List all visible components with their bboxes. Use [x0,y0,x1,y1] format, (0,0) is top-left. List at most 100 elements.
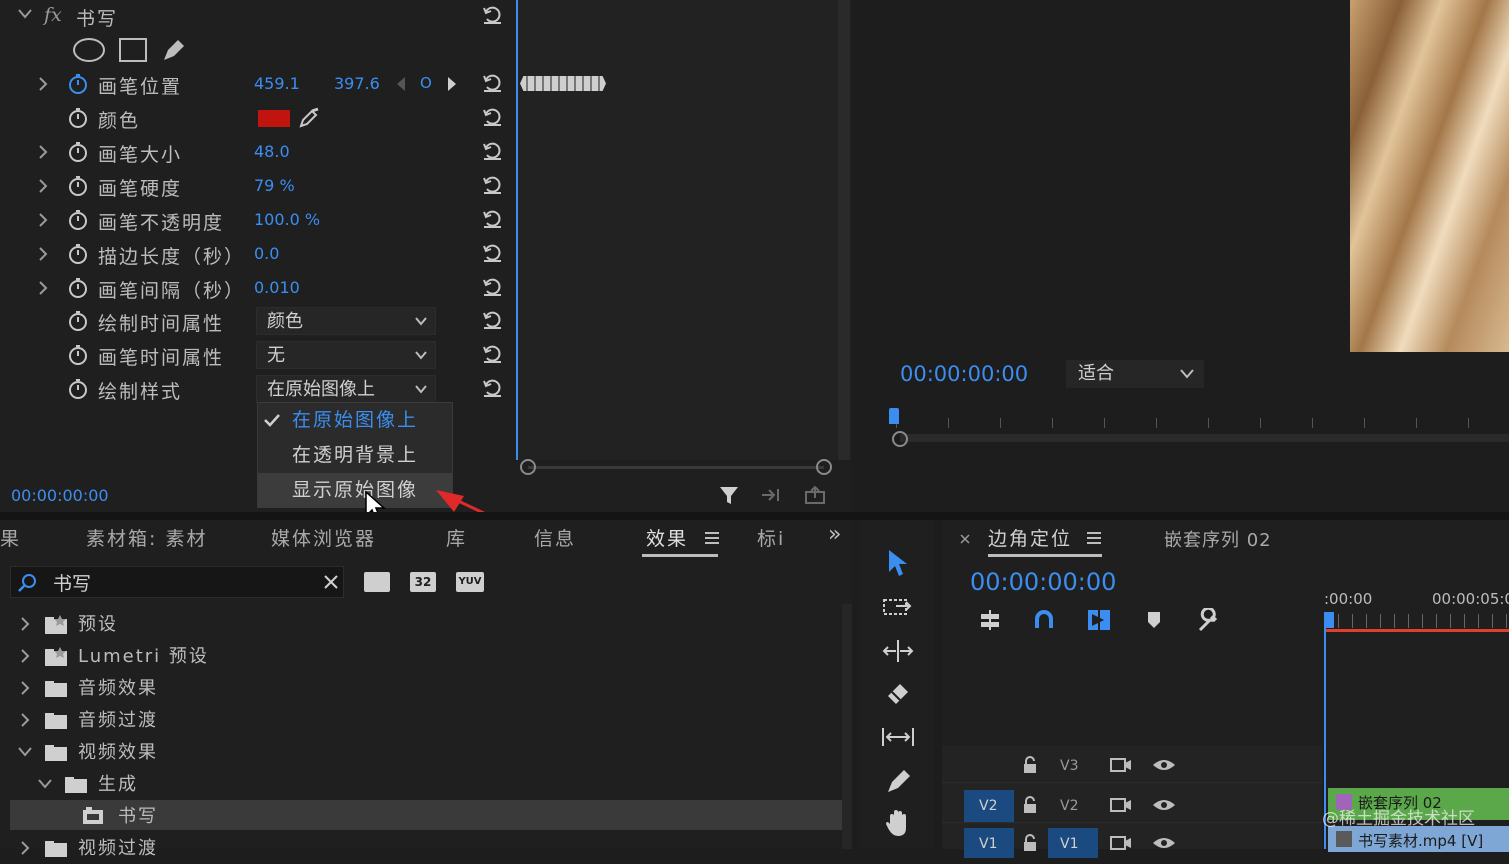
add-keyframe-button[interactable]: O [420,74,432,92]
expand-chevron-icon[interactable] [20,841,30,855]
stopwatch-icon[interactable] [67,378,89,400]
monitor-scroll-track[interactable] [900,434,1509,442]
reset-icon[interactable] [481,139,503,161]
stopwatch-icon[interactable] [67,310,89,332]
search-input[interactable]: 书写 [53,569,91,596]
tree-item-label[interactable]: 预设 [78,610,118,640]
tree-item-label[interactable]: 音频过渡 [78,706,158,736]
effect-controls-timecode[interactable]: 00:00:00:00 [11,486,109,505]
next-keyframe-icon[interactable] [447,76,457,92]
expand-chevron-icon[interactable] [20,713,30,727]
property-dropdown[interactable]: 无 [256,341,436,369]
expand-chevron-icon[interactable] [38,77,48,91]
reset-icon[interactable] [481,3,503,25]
stopwatch-icon[interactable] [67,107,89,129]
expand-chevron-icon[interactable] [38,179,48,193]
stopwatch-icon[interactable] [67,209,89,231]
scroll-handle-right[interactable] [816,459,832,475]
ripple-edit-tool-icon[interactable] [882,638,914,664]
slip-tool-icon[interactable] [880,726,916,748]
panel-tab[interactable]: 信息 [534,524,576,551]
pen-mask-icon[interactable] [160,36,188,62]
panel-tab[interactable]: 媒体浏览器 [271,524,376,551]
reset-icon[interactable] [481,342,503,364]
collapse-chevron-icon[interactable] [18,747,32,757]
reset-icon[interactable] [481,105,503,127]
eye-icon[interactable] [1152,798,1176,812]
eyedropper-icon[interactable] [298,107,320,129]
track-name[interactable]: V3 [1060,758,1078,774]
clip-video-file[interactable]: 书写素材.mp4 [V] [1328,826,1509,852]
panel-overflow-button[interactable]: » [828,522,841,547]
lock-icon[interactable] [1022,834,1038,852]
panel-tab[interactable]: 效果 [646,524,688,551]
menu-item-on-transparent[interactable]: 在透明背景上 [258,438,452,472]
reset-icon[interactable] [481,308,503,330]
reset-icon[interactable] [481,275,503,297]
menu-item-reveal-original[interactable]: 显示原始图像 [258,473,452,507]
tab-nested-sequence[interactable]: 嵌套序列 02 [1164,526,1272,552]
lock-icon[interactable] [1022,756,1038,774]
clear-search-icon[interactable] [324,575,338,589]
prev-keyframe-icon[interactable] [396,76,406,92]
expand-chevron-icon[interactable] [38,247,48,261]
search-box[interactable]: 书写 [10,566,344,598]
fx-badge[interactable]: fx [44,4,62,26]
hand-tool-icon[interactable] [884,808,912,838]
timeline-playhead-marker[interactable] [1324,612,1334,628]
expand-chevron-icon[interactable] [38,145,48,159]
panel-menu-icon[interactable] [1086,531,1102,545]
expand-chevron-icon[interactable] [38,213,48,227]
tree-item-label[interactable]: 生成 [98,770,138,800]
monitor-scroll-handle[interactable] [892,431,908,447]
property-value[interactable]: 0.010 [254,278,300,297]
tree-item-label[interactable]: 音频效果 [78,674,158,704]
track-name[interactable]: V1 [1060,836,1078,852]
stopwatch-icon[interactable] [67,344,89,366]
reset-icon[interactable] [481,376,503,398]
reset-icon[interactable] [481,173,503,195]
sync-lock-icon[interactable] [1110,757,1132,773]
vertical-scrollbar-effects[interactable] [842,604,852,849]
property-value[interactable]: 48.0 [254,142,290,161]
expand-chevron-icon[interactable] [20,617,30,631]
property-value[interactable]: 100.0 % [254,210,320,229]
vertical-scrollbar[interactable] [838,0,850,460]
panel-tab[interactable]: 素材箱: 素材 [86,524,207,551]
eye-icon[interactable] [1152,836,1176,850]
reset-icon[interactable] [481,241,503,263]
eye-icon[interactable] [1152,758,1176,772]
filter-icon[interactable] [718,484,740,506]
expand-chevron-icon[interactable] [38,281,48,295]
tree-item-label[interactable]: 视频过渡 [78,834,158,864]
ellipse-mask-icon[interactable] [73,38,105,62]
tree-item-label[interactable]: Lumetri 预设 [78,642,209,672]
sync-lock-icon[interactable] [1110,797,1132,813]
close-tab-icon[interactable] [960,534,970,544]
panel-tab[interactable]: 标i [757,524,785,551]
stopwatch-icon[interactable] [67,141,89,163]
property-dropdown[interactable]: 颜色 [256,307,436,335]
keyframe-scrollbar[interactable] [528,466,824,469]
property-value[interactable]: 79 % [254,176,295,195]
stopwatch-icon[interactable] [67,175,89,197]
collapse-chevron-icon[interactable] [18,9,32,19]
stopwatch-icon[interactable] [67,243,89,265]
scroll-handle-left[interactable] [520,459,536,475]
32bit-effects-icon[interactable]: 32 [410,572,436,592]
property-dropdown[interactable]: 在原始图像上 [256,375,436,403]
menu-item-on-original[interactable]: 在原始图像上 [258,403,452,437]
lock-icon[interactable] [1022,796,1038,814]
time-ruler[interactable] [1324,614,1509,628]
stopwatch-icon[interactable] [67,277,89,299]
property-value[interactable]: 459.1 [254,74,300,93]
timeline-settings-icon[interactable] [1196,608,1222,634]
track-select-tool-icon[interactable] [882,596,914,620]
add-marker-icon[interactable] [1146,610,1162,630]
panel-tab[interactable]: 库 [446,524,467,551]
insert-nested-icon[interactable] [978,608,1002,632]
stopwatch-icon[interactable] [67,73,89,95]
timeline-timecode[interactable]: 00:00:00:00 [970,568,1116,596]
tab-corner-pin[interactable]: 边角定位 [988,524,1072,551]
reset-icon[interactable] [481,207,503,229]
